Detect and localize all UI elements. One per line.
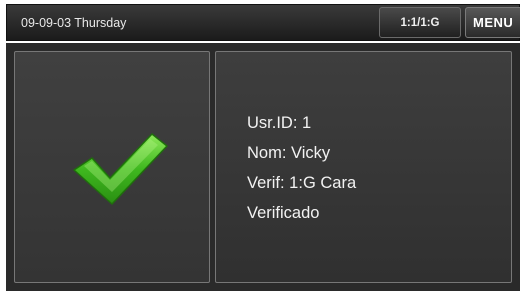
menu-button[interactable]: MENU <box>465 7 520 38</box>
result-icon-panel <box>14 51 210 283</box>
verify-method-label: Verif: 1:G Cara <box>247 174 357 192</box>
user-id-label: Usr.ID: 1 <box>247 114 312 132</box>
user-info-panel: Usr.ID: 1 Nom: Vicky Verif: 1:G Cara Ver… <box>215 51 512 283</box>
verification-result-area: Usr.ID: 1 Nom: Vicky Verif: 1:G Cara Ver… <box>6 43 520 291</box>
status-bar: 09-09-03 Thursday 1:1/1:G MENU <box>6 4 520 41</box>
verify-status-label: Verificado <box>247 204 320 222</box>
terminal-screen: 09-09-03 Thursday 1:1/1:G MENU Usr.ID: 1 <box>0 0 520 291</box>
date-time-label: 09-09-03 Thursday <box>21 16 127 30</box>
user-info-text: Usr.ID: 1 Nom: Vicky Verif: 1:G Cara Ver… <box>247 108 356 228</box>
checkmark-icon <box>73 133 168 205</box>
verify-mode-button[interactable]: 1:1/1:G <box>379 7 461 38</box>
user-name-label: Nom: Vicky <box>247 144 331 162</box>
